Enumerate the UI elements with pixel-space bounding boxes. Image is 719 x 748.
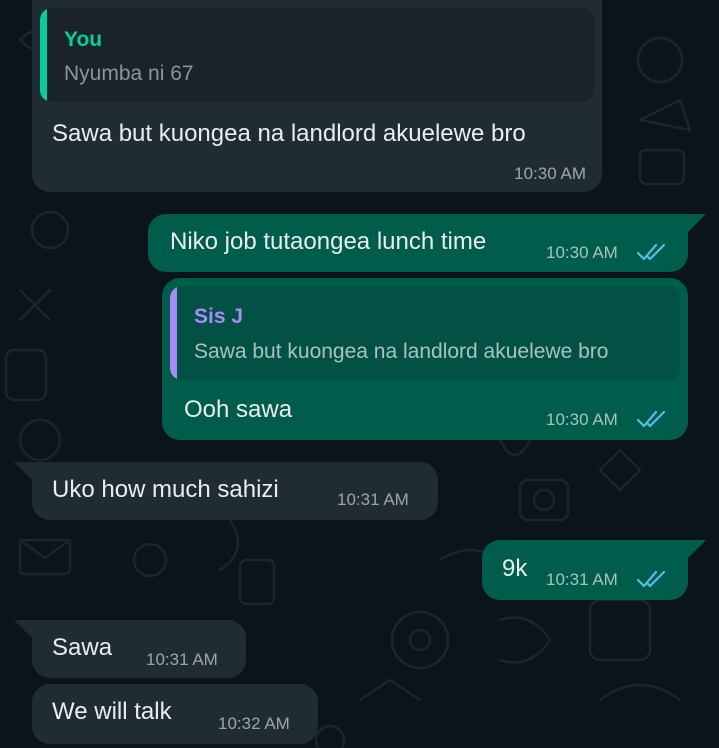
- quote-accent-bar: [40, 8, 47, 102]
- message-text: 9k: [502, 555, 528, 582]
- bubble-tail: [688, 214, 706, 232]
- quote-accent-bar: [170, 286, 177, 380]
- message-timestamp: 10:31 AM: [146, 650, 218, 669]
- message-text: Sawa but kuongea na landlord akuelewe br…: [52, 120, 526, 147]
- quote-author: Sis J: [194, 305, 244, 328]
- bubble-tail: [14, 462, 32, 480]
- quoted-message[interactable]: Sis J Sawa but kuongea na landlord akuel…: [170, 286, 680, 380]
- quote-text: Nyumba ni 67: [64, 62, 194, 85]
- message-text: We will talk: [52, 698, 172, 725]
- outgoing-message-bubble[interactable]: 9k 10:31 AM: [482, 540, 688, 600]
- bubble-tail: [688, 540, 706, 558]
- quote-author: You: [64, 28, 103, 51]
- incoming-message-bubble[interactable]: Sawa 10:31 AM: [32, 620, 246, 678]
- message-timestamp: 10:32 AM: [218, 714, 290, 733]
- message-text: Ooh sawa: [184, 396, 293, 423]
- message-timestamp: 10:31 AM: [337, 490, 409, 509]
- message-timestamp: 10:30 AM: [546, 243, 618, 262]
- outgoing-message-bubble[interactable]: Sis J Sawa but kuongea na landlord akuel…: [162, 278, 688, 440]
- bubble-tail: [14, 620, 32, 638]
- incoming-message-bubble[interactable]: We will talk 10:32 AM: [32, 684, 318, 744]
- double-check-read-icon: [636, 570, 666, 588]
- message-timestamp: 10:30 AM: [546, 410, 618, 429]
- quoted-message[interactable]: You Nyumba ni 67: [40, 8, 594, 102]
- incoming-message-bubble[interactable]: You Nyumba ni 67 Sawa but kuongea na lan…: [32, 0, 602, 192]
- message-text: Sawa: [52, 634, 113, 661]
- outgoing-message-bubble[interactable]: Niko job tutaongea lunch time 10:30 AM: [148, 214, 688, 272]
- incoming-message-bubble[interactable]: Uko how much sahizi 10:31 AM: [32, 462, 438, 520]
- double-check-read-icon: [636, 410, 666, 428]
- message-timestamp: 10:31 AM: [546, 570, 618, 589]
- double-check-read-icon: [636, 243, 666, 261]
- quote-text: Sawa but kuongea na landlord akuelewe br…: [194, 340, 609, 363]
- message-timestamp: 10:30 AM: [514, 164, 586, 183]
- message-text: Uko how much sahizi: [52, 476, 279, 503]
- message-text: Niko job tutaongea lunch time: [170, 228, 487, 255]
